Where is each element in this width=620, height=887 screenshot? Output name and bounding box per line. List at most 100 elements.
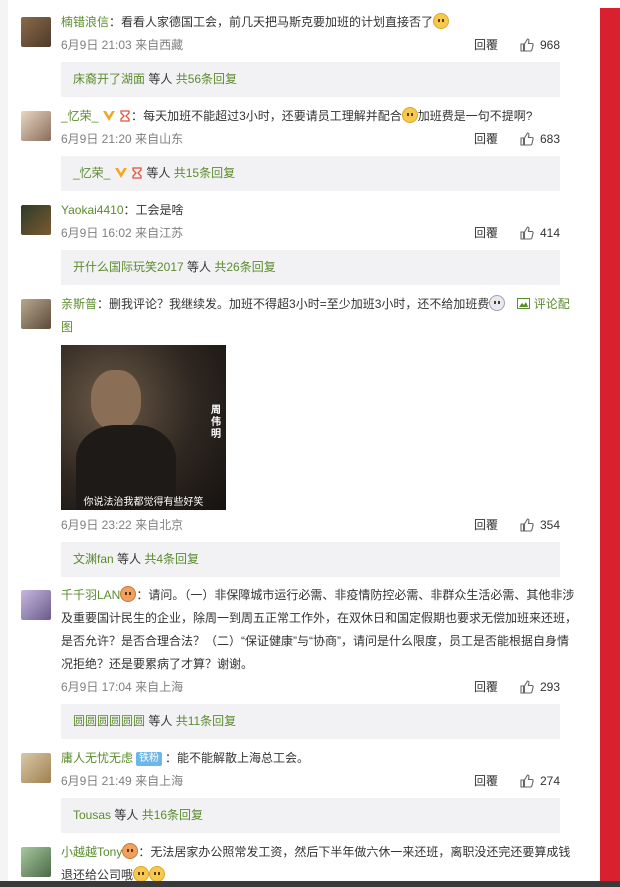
comment-location: 来自江苏	[135, 226, 184, 240]
reply-count-link[interactable]: 共56条回复	[176, 72, 237, 86]
reply-username[interactable]: 文渊fan	[73, 552, 114, 566]
reply-button[interactable]: 回覆	[474, 514, 498, 536]
comment-meta: 6月9日 21:49 来自上海 回覆 274	[61, 770, 580, 792]
comment-meta: 6月9日 17:04 来自上海 回覆 293	[61, 676, 580, 698]
reply-count-link[interactable]: 共4条回复	[144, 552, 199, 566]
comment-location: 来自北京	[135, 518, 184, 532]
reply-username[interactable]: 开什么国际玩笑2017	[73, 260, 184, 274]
comment-username[interactable]: Yaokai4410	[61, 203, 124, 217]
comment-item: 亲斯普：删我评论？我继续发。加班不得超3小时=至少加班3小时，还不给加班费 评论…	[0, 293, 600, 577]
fan-badge: 铁粉	[136, 752, 163, 766]
like-button[interactable]: 414	[520, 222, 560, 244]
reply-username[interactable]: 床裔开了湖面	[73, 72, 145, 86]
image-icon	[516, 298, 530, 309]
like-count: 354	[539, 518, 560, 532]
comment-text: 庸人无忧无虑 铁粉 ：能不能解散上海总工会。	[61, 751, 310, 766]
v-badge-icon	[114, 168, 127, 178]
replies-summary[interactable]: 圆圆圆圆圆圆 等人 共11条回复	[61, 704, 560, 739]
comment-item: 庸人无忧无虑 铁粉 ：能不能解散上海总工会。 6月9日 21:49 来自上海 回覆 …	[0, 747, 600, 833]
comment-username[interactable]: 楠错浪信	[61, 15, 109, 29]
comment-date: 6月9日 21:49	[61, 774, 132, 788]
reply-username[interactable]: 圆圆圆圆圆圆	[73, 714, 145, 728]
comment-date: 6月9日 21:20	[61, 132, 132, 146]
like-count: 274	[539, 774, 560, 788]
replies-summary[interactable]: 文渊fan 等人 共4条回复	[61, 542, 560, 577]
avatar[interactable]	[21, 847, 51, 877]
hourglass-icon	[132, 167, 142, 179]
comment-username[interactable]: _忆荣_	[61, 109, 98, 123]
comment-item: Yaokai4410：工会是啥 6月9日 16:02 来自江苏 回覆 414 开…	[0, 199, 600, 285]
replies-summary[interactable]: Tousas 等人 共16条回复	[61, 798, 560, 833]
comment-item: 千千羽LAN ：请问。（一）非保障城市运行必需、非疫情防控必需、非群众生活必需、其…	[0, 584, 600, 739]
like-button[interactable]: 293	[520, 676, 560, 698]
comment-username[interactable]: 亲斯普	[61, 297, 97, 311]
emoji-icon	[149, 866, 166, 882]
thumbs-up-icon	[520, 132, 534, 146]
reply-button[interactable]: 回覆	[474, 128, 498, 150]
reply-username[interactable]: _忆荣_	[73, 166, 110, 180]
replies-summary[interactable]: 开什么国际玩笑2017 等人 共26条回复	[61, 250, 560, 285]
avatar[interactable]	[21, 111, 51, 141]
comment-location: 来自西藏	[135, 38, 184, 52]
emoji-icon	[133, 866, 150, 882]
emoji-icon	[489, 295, 506, 311]
reply-button[interactable]: 回覆	[474, 34, 498, 56]
like-count: 683	[539, 132, 560, 146]
comment-text: 千千羽LAN ：请问。（一）非保障城市运行必需、非疫情防控必需、非群众生活必需、其…	[61, 586, 578, 671]
like-count: 293	[539, 680, 560, 694]
reply-count-link[interactable]: 共26条回复	[214, 260, 275, 274]
comment-date: 6月9日 21:03	[61, 38, 132, 52]
emoji-icon	[122, 843, 139, 859]
comment-image[interactable]: 周伟明 你说法治我都觉得有些好笑	[61, 345, 226, 510]
comment-location: 来自上海	[135, 774, 184, 788]
comment-date: 6月9日 23:22	[61, 518, 132, 532]
thumbs-up-icon	[520, 518, 534, 532]
reply-button[interactable]: 回覆	[474, 222, 498, 244]
comment-text: Yaokai4410：工会是啥	[61, 203, 184, 217]
reply-count-link[interactable]: 共15条回复	[174, 166, 235, 180]
image-caption: 你说法治我都觉得有些好笑	[83, 497, 204, 508]
avatar[interactable]	[21, 17, 51, 47]
bottom-scroll-edge	[0, 881, 620, 887]
comment-location: 来自山东	[135, 132, 184, 146]
replies-summary[interactable]: 床裔开了湖面 等人 共56条回复	[61, 62, 560, 97]
thumbs-up-icon	[520, 38, 534, 52]
comment-text: 亲斯普：删我评论？我继续发。加班不得超3小时=至少加班3小时，还不给加班费 评论…	[61, 295, 570, 334]
reply-count-link[interactable]: 共16条回复	[142, 808, 203, 822]
like-count: 414	[539, 226, 560, 240]
emoji-icon	[433, 13, 450, 29]
comment-meta: 6月9日 21:20 来自山东 回覆 683	[61, 128, 580, 150]
comment-meta: 6月9日 21:03 来自西藏 回覆 968	[61, 34, 580, 56]
comment-username[interactable]: 庸人无忧无虑	[61, 751, 133, 765]
v-badge-icon	[102, 111, 115, 121]
reply-button[interactable]: 回覆	[474, 676, 498, 698]
reply-count-link[interactable]: 共11条回复	[176, 714, 236, 728]
hourglass-icon	[120, 110, 130, 122]
comment-item: _忆荣_ ：每天加班不能超过3小时，还要请员工理解并配合 加班费是一句不提啊? 6…	[0, 105, 600, 191]
right-accent-bar	[600, 8, 620, 887]
comment-username[interactable]: 千千羽LAN	[61, 588, 120, 602]
comment-date: 6月9日 17:04	[61, 680, 132, 694]
like-button[interactable]: 354	[520, 514, 560, 536]
like-button[interactable]: 968	[520, 34, 560, 56]
thumbs-up-icon	[520, 226, 534, 240]
thumbs-up-icon	[520, 680, 534, 694]
comment-text: 楠错浪信：看看人家德国工会，前几天把马斯克要加班的计划直接否了	[61, 11, 580, 34]
like-button[interactable]: 274	[520, 770, 560, 792]
image-name-caption: 周伟明	[211, 405, 221, 440]
avatar[interactable]	[21, 590, 51, 620]
like-button[interactable]: 683	[520, 128, 560, 150]
avatar[interactable]	[21, 753, 51, 783]
avatar[interactable]	[21, 205, 51, 235]
emoji-icon	[120, 586, 137, 602]
comment-text: _忆荣_ ：每天加班不能超过3小时，还要请员工理解并配合 加班费是一句不提啊?	[61, 107, 533, 123]
comment-username[interactable]: 小越越Tony	[61, 845, 122, 859]
comment-meta: 6月9日 23:22 来自北京 回覆 354	[61, 514, 580, 536]
replies-summary[interactable]: _忆荣_ 等人 共15条回复	[61, 156, 560, 191]
like-count: 968	[539, 38, 560, 52]
avatar[interactable]	[21, 299, 51, 329]
comment-meta: 6月9日 16:02 来自江苏 回覆 414	[61, 222, 580, 244]
reply-button[interactable]: 回覆	[474, 770, 498, 792]
reply-username[interactable]: Tousas	[73, 808, 111, 822]
comment-location: 来自上海	[135, 680, 184, 694]
